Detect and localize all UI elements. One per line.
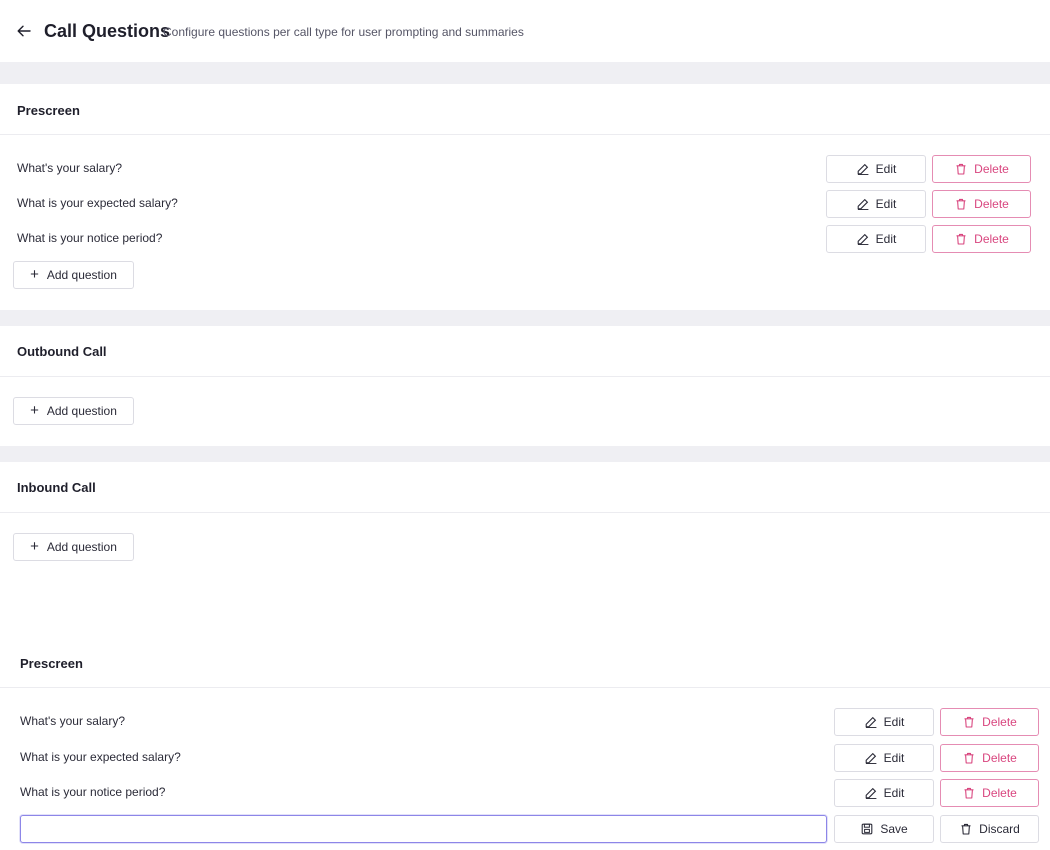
edit-label: Edit	[883, 786, 905, 800]
plus-icon: +	[30, 402, 39, 419]
question-text: What is your expected salary?	[20, 750, 181, 764]
trash-icon	[962, 786, 976, 800]
trash-icon	[962, 715, 976, 729]
delete-label: Delete	[982, 786, 1017, 800]
edit-button[interactable]: Edit	[834, 779, 934, 807]
question-text: What is your notice period?	[20, 785, 166, 799]
discard-label: Discard	[979, 822, 1020, 836]
new-question-input[interactable]	[20, 815, 827, 843]
section-title: Outbound Call	[17, 344, 107, 359]
save-label: Save	[880, 822, 908, 836]
pencil-icon	[864, 751, 878, 765]
question-text: What is your notice period?	[17, 231, 163, 245]
delete-label: Delete	[974, 232, 1009, 246]
pencil-icon	[864, 786, 878, 800]
edit-label: Edit	[883, 751, 905, 765]
pencil-icon	[856, 197, 870, 211]
section-outbound-call: Outbound Call + Add question	[0, 326, 1050, 446]
edit-button[interactable]: Edit	[826, 225, 926, 253]
section-divider	[0, 512, 1050, 513]
edit-button[interactable]: Edit	[834, 744, 934, 772]
edit-label: Edit	[875, 197, 897, 211]
edit-label: Edit	[883, 715, 905, 729]
page-title: Call Questions	[44, 21, 171, 41]
delete-label: Delete	[982, 751, 1017, 765]
discard-button[interactable]: Discard	[940, 815, 1039, 843]
pencil-icon	[864, 715, 878, 729]
question-text: What's your salary?	[17, 161, 122, 175]
section-divider	[0, 134, 1050, 135]
section-gap	[0, 446, 1050, 462]
trash-icon	[962, 751, 976, 765]
trash-icon	[954, 232, 968, 246]
edit-panel-title: Prescreen	[20, 656, 83, 671]
add-question-label: Add question	[46, 268, 117, 282]
edit-label: Edit	[875, 232, 897, 246]
delete-label: Delete	[982, 715, 1017, 729]
section-divider	[0, 687, 1050, 688]
save-button[interactable]: Save	[834, 815, 934, 843]
delete-button[interactable]: Delete	[940, 779, 1039, 807]
pencil-icon	[856, 232, 870, 246]
question-text: What is your expected salary?	[17, 196, 178, 210]
add-question-button[interactable]: + Add question	[13, 261, 134, 289]
back-button[interactable]	[14, 20, 34, 42]
question-row: What's your salary?	[20, 708, 820, 736]
delete-button[interactable]: Delete	[932, 225, 1031, 253]
trash-icon	[954, 197, 968, 211]
delete-label: Delete	[974, 162, 1009, 176]
add-question-button[interactable]: + Add question	[13, 533, 134, 561]
delete-button[interactable]: Delete	[932, 190, 1031, 218]
section-gap	[0, 62, 1050, 84]
plus-icon: +	[30, 266, 39, 283]
edit-button[interactable]: Edit	[826, 155, 926, 183]
edit-button[interactable]: Edit	[834, 708, 934, 736]
delete-label: Delete	[974, 197, 1009, 211]
section-prescreen: Prescreen What's your salary? Edit Delet…	[0, 84, 1050, 310]
delete-button[interactable]: Delete	[940, 708, 1039, 736]
page-header: Call Questions Configure questions per c…	[0, 0, 1050, 62]
section-divider	[0, 376, 1050, 377]
trash-icon	[959, 822, 973, 836]
add-question-label: Add question	[46, 404, 117, 418]
edit-button[interactable]: Edit	[826, 190, 926, 218]
question-row: What is your expected salary?	[20, 744, 820, 772]
page-subtitle: Configure questions per call type for us…	[163, 25, 524, 39]
add-question-label: Add question	[46, 540, 117, 554]
section-title: Prescreen	[17, 103, 80, 118]
pencil-icon	[856, 162, 870, 176]
add-question-button[interactable]: + Add question	[13, 397, 134, 425]
delete-button[interactable]: Delete	[932, 155, 1031, 183]
arrow-left-icon	[17, 25, 31, 37]
section-gap	[0, 310, 1050, 326]
question-row: What is your notice period?	[20, 779, 820, 807]
question-text: What's your salary?	[20, 714, 125, 728]
trash-icon	[954, 162, 968, 176]
edit-label: Edit	[875, 162, 897, 176]
section-title: Inbound Call	[17, 480, 96, 495]
delete-button[interactable]: Delete	[940, 744, 1039, 772]
save-icon	[860, 822, 874, 836]
plus-icon: +	[30, 538, 39, 555]
